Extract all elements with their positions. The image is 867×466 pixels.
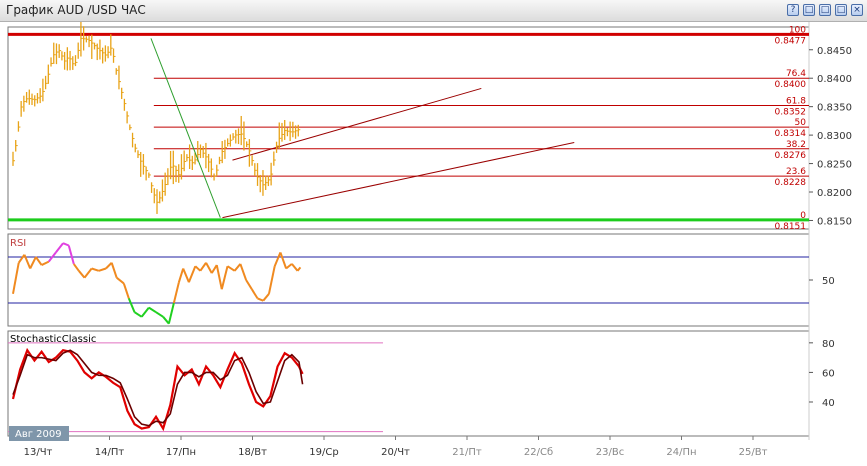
close-button[interactable]: × [851, 4, 863, 16]
minimize-button[interactable]: □ [819, 4, 831, 16]
fib-price-label: 0.8400 [775, 80, 807, 90]
fib-level-label: 61.8 [786, 97, 806, 107]
fib-level-label: 23.6 [786, 167, 806, 177]
price-axis-label: 0.8200 [817, 188, 852, 199]
fib-level-label: 0 [800, 211, 806, 221]
rsi-axis-label: 50 [822, 276, 835, 287]
price-axis-label: 0.8150 [817, 216, 852, 227]
fib-price-label: 0.8477 [775, 36, 807, 46]
x-axis-label: 24/Пн [666, 447, 696, 458]
price-axis-label: 0.8300 [817, 131, 852, 142]
maximize-button[interactable]: □ [835, 4, 847, 16]
stochastic-title: StochasticClassic [10, 334, 96, 345]
chart-canvas: 1000.847776.40.840061.80.8352500.831438.… [0, 22, 867, 466]
price-panel [7, 26, 810, 230]
price-axis-label: 0.8450 [817, 46, 852, 57]
fib-level-label: 50 [795, 118, 807, 128]
fib-level-label: 76.4 [786, 69, 806, 79]
rsi-panel [7, 233, 810, 327]
fib-price-label: 0.8352 [775, 108, 807, 118]
window-titlebar: График AUD /USD ЧАС ? □ □ □ × [0, 0, 867, 22]
help-button[interactable]: ? [787, 4, 799, 16]
fib-price-label: 0.8228 [775, 178, 807, 188]
x-axis-label: 21/Пт [452, 447, 482, 458]
price-axis-label: 0.8400 [817, 74, 852, 85]
rsi-title: RSI [10, 238, 26, 249]
x-axis-label: 23/Вс [596, 447, 624, 458]
restore-button[interactable]: □ [803, 4, 815, 16]
date-badge: Авг 2009 [15, 429, 62, 440]
x-axis-label: 19/Ср [309, 447, 338, 458]
x-axis-label: 13/Чт [24, 447, 53, 458]
x-axis-label: 18/Вт [238, 447, 267, 458]
x-axis-label: 25/Вт [739, 447, 768, 458]
window-title: График AUD /USD ЧАС [6, 3, 146, 17]
fib-price-label: 0.8314 [775, 129, 807, 139]
stoch-axis-label: 40 [822, 398, 835, 409]
fib-level-label: 100 [789, 25, 806, 35]
price-axis-label: 0.8250 [817, 160, 852, 171]
stoch-axis-label: 80 [822, 339, 835, 350]
fib-price-label: 0.8276 [775, 151, 807, 161]
x-axis-label: 20/Чт [381, 447, 410, 458]
x-axis-label: 17/Пн [166, 447, 196, 458]
price-axis-label: 0.8350 [817, 103, 852, 114]
fib-price-label: 0.8151 [775, 222, 807, 232]
fib-level-label: 38.2 [786, 140, 806, 150]
stochastic-panel [7, 330, 810, 437]
x-axis-label: 22/Сб [524, 447, 553, 458]
stoch-axis-label: 60 [822, 368, 835, 379]
x-axis-label: 14/Пт [95, 447, 125, 458]
